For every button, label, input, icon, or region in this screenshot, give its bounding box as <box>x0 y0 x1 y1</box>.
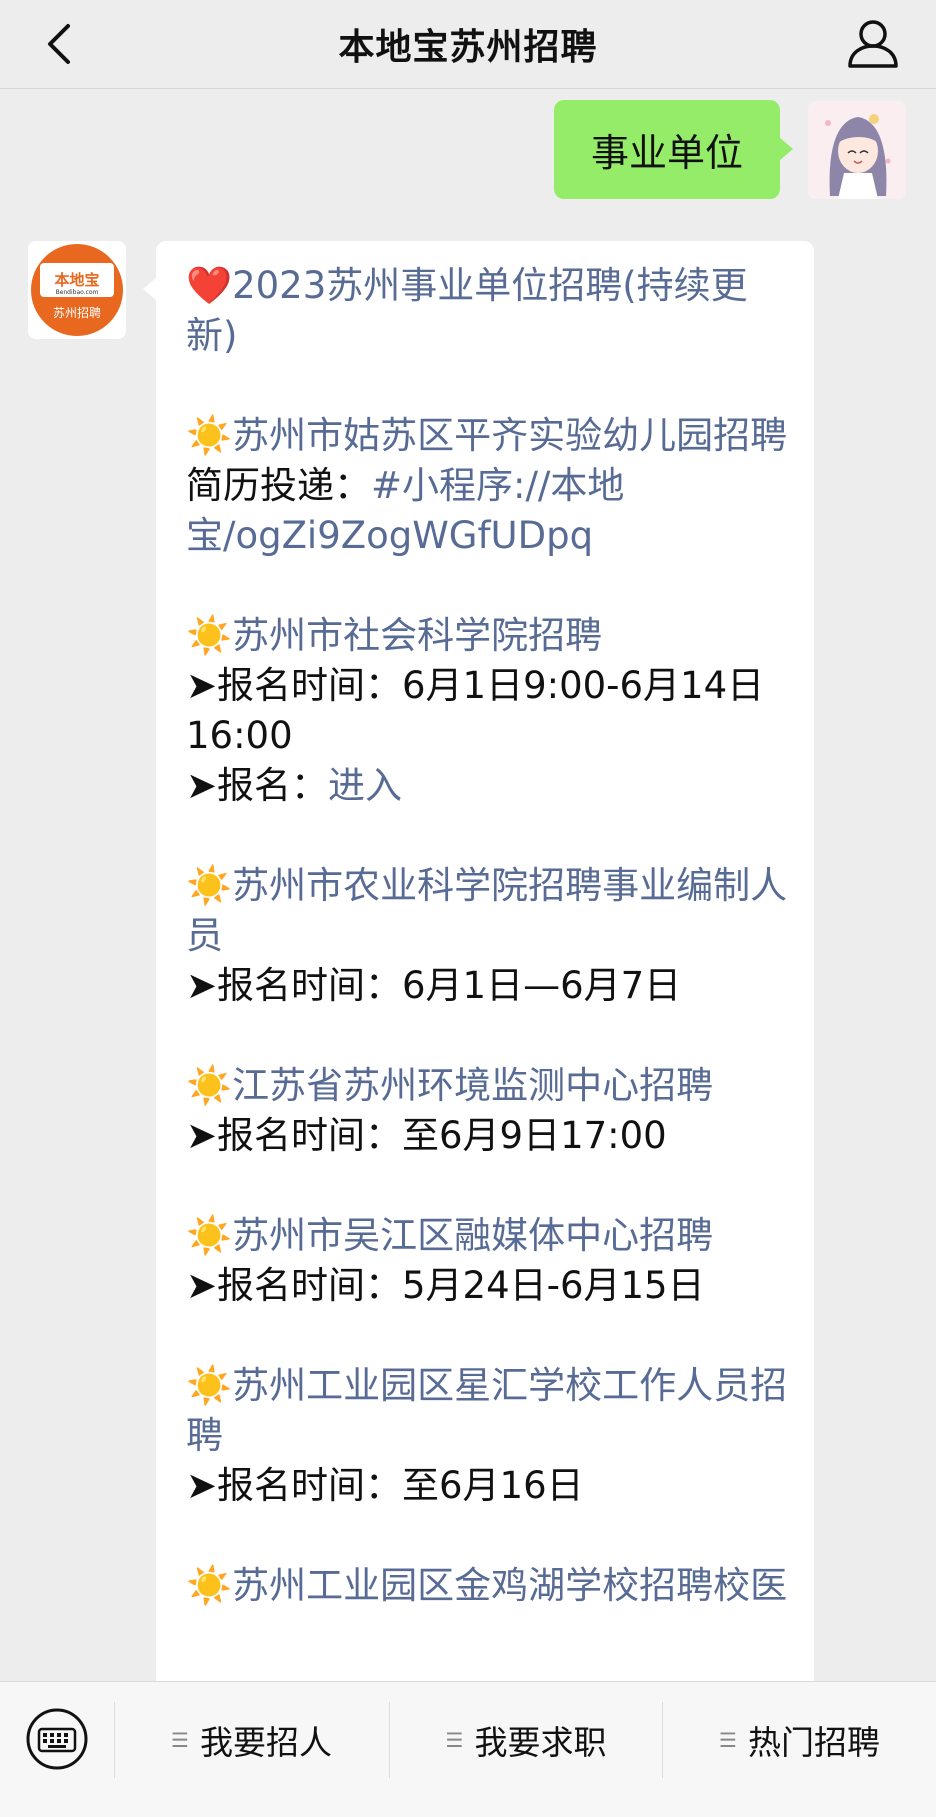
bot-message-content: ❤️2023苏州事业单位招聘(持续更新) ☀️苏州市姑苏区平齐实验幼儿园招聘 简… <box>186 261 791 1661</box>
menu-item-hire[interactable]: ☰ 我要招人 <box>115 1704 388 1776</box>
keyboard-icon[interactable] <box>25 1707 89 1771</box>
menu-lines-icon: ☰ <box>445 1728 464 1752</box>
sun-icon: ☀️ <box>186 1064 233 1107</box>
user-message-text: 事业单位 <box>590 131 743 175</box>
user-message-bubble: 事业单位 <box>554 100 793 199</box>
signup-time: ➤报名时间：6月1日—6月7日 <box>186 964 682 1007</box>
resume-label: 简历投递： <box>186 464 371 507</box>
headline-text: 2023苏州事业单位招聘(持续更新) <box>186 264 748 357</box>
chevron-left-icon[interactable] <box>34 16 90 72</box>
menu-item-label: 我要招人 <box>199 1723 332 1762</box>
job-title: 苏州工业园区金鸡湖学校招聘校医 <box>232 1564 788 1607</box>
page-title: 本地宝苏州招聘 <box>338 27 598 68</box>
menu-item-label: 我要求职 <box>474 1723 607 1762</box>
job-entry: ☀️苏州市姑苏区平齐实验幼儿园招聘 简历投递：#小程序://本地宝/ogZi9Z… <box>186 411 791 561</box>
menu-item-label: 热门招聘 <box>747 1723 880 1762</box>
sun-icon: ☀️ <box>186 1364 233 1407</box>
user-avatar[interactable] <box>808 101 906 199</box>
menu-item-job-seek[interactable]: ☰ 我要求职 <box>390 1704 662 1776</box>
menu-item-hot-jobs[interactable]: ☰ 热门招聘 <box>663 1704 936 1776</box>
job-title: 苏州工业园区星汇学校工作人员招聘 <box>186 1364 788 1457</box>
heart-icon: ❤️ <box>186 264 233 307</box>
job-title: 苏州市姑苏区平齐实验幼儿园招聘 <box>232 414 788 457</box>
job-title: 苏州市吴江区融媒体中心招聘 <box>232 1214 714 1257</box>
job-entry: ☀️苏州工业园区金鸡湖学校招聘校医 <box>186 1561 791 1611</box>
signup-label: ➤报名： <box>186 764 329 807</box>
sun-icon: ☀️ <box>186 1214 233 1257</box>
job-title-link[interactable]: ☀️苏州市吴江区融媒体中心招聘 <box>186 1211 791 1261</box>
signup-time: ➤报名时间：至6月16日 <box>186 1464 584 1507</box>
signup-time: ➤报名时间：6月1日9:00-6月14日16:00 <box>186 664 765 757</box>
job-entry: ☀️苏州市农业科学院招聘事业编制人员 ➤报名时间：6月1日—6月7日 <box>186 861 791 1011</box>
job-title-link[interactable]: ☀️苏州市农业科学院招聘事业编制人员 <box>186 861 791 961</box>
bot-avatar[interactable]: 本地宝 Bendibao.com 苏州招聘 <box>28 241 126 339</box>
logo-brand-en: Bendibao.com <box>56 289 99 296</box>
headline-link[interactable]: ❤️2023苏州事业单位招聘(持续更新) <box>186 264 748 357</box>
job-title-link[interactable]: ☀️苏州工业园区星汇学校工作人员招聘 <box>186 1361 791 1461</box>
sun-icon: ☀️ <box>186 614 233 657</box>
signup-time: ➤报名时间：至6月9日17:00 <box>186 1114 667 1157</box>
job-entry: ☀️苏州市吴江区融媒体中心招聘 ➤报名时间：5月24日-6月15日 <box>186 1211 791 1311</box>
sun-icon: ☀️ <box>186 864 233 907</box>
job-entry: ☀️江苏省苏州环境监测中心招聘 ➤报名时间：至6月9日17:00 <box>186 1061 791 1161</box>
menu-lines-icon: ☰ <box>719 1728 737 1752</box>
job-entry: ☀️苏州工业园区星汇学校工作人员招聘 ➤报名时间：至6月16日 <box>186 1361 791 1511</box>
headline-entry: ❤️2023苏州事业单位招聘(持续更新) <box>186 261 791 361</box>
logo-brand-cn: 本地宝 <box>54 271 99 289</box>
job-title-link[interactable]: ☀️江苏省苏州环境监测中心招聘 <box>186 1061 791 1111</box>
job-title: 苏州市农业科学院招聘事业编制人员 <box>186 864 788 957</box>
job-title: 江苏省苏州环境监测中心招聘 <box>232 1064 714 1107</box>
menu-lines-icon: ☰ <box>171 1728 189 1752</box>
top-nav-bar: 本地宝苏州招聘 <box>0 0 936 89</box>
user-icon[interactable] <box>844 14 902 72</box>
logo-subtitle: 苏州招聘 <box>53 306 101 320</box>
bendibao-logo-icon: 本地宝 Bendibao.com 苏州招聘 <box>28 241 126 339</box>
anime-girl-avatar-image <box>808 101 906 199</box>
job-title-link[interactable]: ☀️苏州市社会科学院招聘 <box>186 611 791 661</box>
bot-message-bubble: ❤️2023苏州事业单位招聘(持续更新) ☀️苏州市姑苏区平齐实验幼儿园招聘 简… <box>143 241 814 1741</box>
bottom-menu-bar: ☰ 我要招人 ☰ 我要求职 ☰ 热门招聘 <box>0 1681 936 1817</box>
job-entry: ☀️苏州市社会科学院招聘 ➤报名时间：6月1日9:00-6月14日16:00 ➤… <box>186 611 791 811</box>
job-title-link[interactable]: ☀️苏州市姑苏区平齐实验幼儿园招聘 <box>186 414 787 457</box>
signup-time: ➤报名时间：5月24日-6月15日 <box>186 1264 705 1307</box>
sun-icon: ☀️ <box>186 414 233 457</box>
signup-link[interactable]: 进入 <box>328 764 402 807</box>
job-title-link[interactable]: ☀️苏州工业园区金鸡湖学校招聘校医 <box>186 1561 791 1611</box>
sun-icon: ☀️ <box>186 1564 233 1607</box>
job-title: 苏州市社会科学院招聘 <box>232 614 603 657</box>
